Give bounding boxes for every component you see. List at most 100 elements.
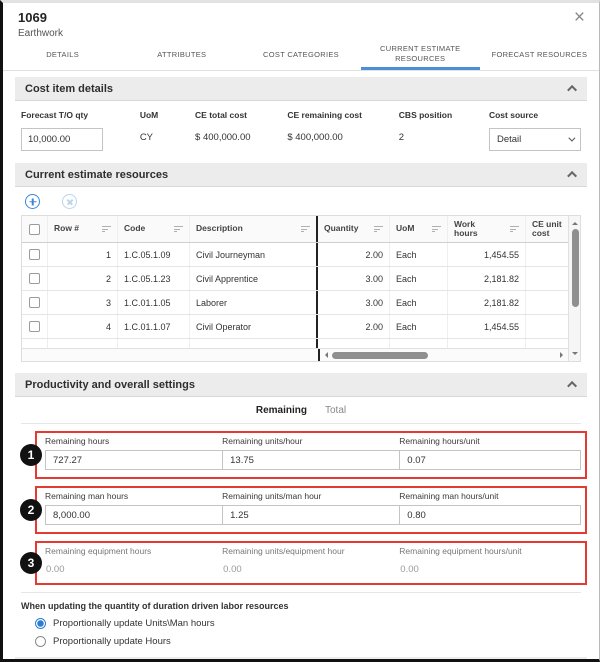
table-row[interactable]: 1 1.C.05.1.09 Civil Journeyman 2.00 Each… — [22, 243, 568, 267]
section-cost-item-details[interactable]: Cost item details — [15, 77, 587, 101]
remaining-units-per-hour-input[interactable] — [222, 450, 405, 470]
field-label: Remaining equipment hours/unit — [399, 546, 522, 556]
section-productivity[interactable]: Productivity and overall settings — [15, 373, 587, 397]
delete-row-icon[interactable] — [62, 194, 77, 209]
close-icon[interactable]: × — [574, 8, 585, 39]
field-label: CBS position — [398, 110, 453, 120]
toggle-remaining[interactable]: Remaining — [256, 405, 307, 416]
vertical-scroll-thumb[interactable] — [571, 229, 579, 307]
radio-label: Proportionally update Units\Man hours — [53, 618, 215, 629]
field-label: CE total cost — [195, 110, 247, 120]
step-badge-1: 1 — [20, 444, 42, 466]
field-label: Remaining hours/unit — [399, 436, 480, 446]
collapse-icon[interactable] — [567, 84, 578, 95]
collapse-icon[interactable] — [567, 380, 578, 391]
section-title: Productivity and overall settings — [25, 378, 195, 391]
tab-cost-categories[interactable]: COST CATEGORIES — [241, 41, 360, 70]
cell-ce-unit-cost — [526, 243, 568, 266]
radio-label: Proportionally update Hours — [53, 636, 171, 647]
col-header-row: Row # — [54, 223, 80, 234]
tab-details[interactable]: DETAILS — [3, 41, 122, 70]
horizontal-scroll-thumb[interactable] — [332, 351, 428, 359]
select-all-checkbox[interactable] — [29, 223, 40, 235]
filter-icon[interactable] — [506, 226, 519, 232]
filter-icon[interactable] — [170, 226, 183, 232]
forecast-to-qty-input[interactable] — [21, 128, 103, 151]
horizontal-scrollbar[interactable] — [22, 348, 568, 361]
field-remaining-hours-per-unit: Remaining hours/unit — [399, 436, 582, 470]
scroll-up-icon[interactable] — [572, 219, 578, 225]
field-label: CE remaining cost — [287, 110, 362, 120]
cell-uom: Each — [390, 267, 448, 290]
tab-current-estimate-resources[interactable]: CURRENT ESTIMATE RESOURCES — [360, 41, 480, 70]
field-label: Remaining hours — [45, 436, 110, 446]
remaining-man-hours-per-unit-input[interactable] — [399, 505, 582, 525]
page-subtitle: Earthwork — [18, 28, 64, 39]
col-header-ce-unit-cost: CE unit cost — [532, 218, 562, 238]
cell-row-number: 4 — [48, 315, 118, 338]
cell-quantity: 3.00 — [318, 267, 390, 290]
field-label: Remaining units/man hour — [222, 491, 322, 501]
table-row[interactable]: 2 1.C.05.1.23 Civil Apprentice 3.00 Each… — [22, 267, 568, 291]
filter-icon[interactable] — [428, 226, 441, 232]
collapse-icon[interactable] — [567, 170, 578, 181]
radio-selected-icon[interactable] — [35, 618, 46, 629]
cell-ce-unit-cost — [526, 267, 568, 290]
radio-update-hours[interactable]: Proportionally update Hours — [35, 636, 581, 647]
field-label: Remaining units/hour — [222, 436, 303, 446]
table-row[interactable]: 3 1.C.01.1.05 Laborer 3.00 Each 2,181.82 — [22, 291, 568, 315]
add-row-icon[interactable] — [25, 194, 40, 209]
resources-table: Row # Code Description Quantity UoM Work… — [21, 215, 581, 362]
cell-row-number: 3 — [48, 291, 118, 314]
radio-update-units-man-hours[interactable]: Proportionally update Units\Man hours — [35, 618, 581, 629]
cost-source-select[interactable]: Detail — [488, 128, 581, 151]
cell-description: Civil Operator — [190, 315, 318, 338]
cell-code: 1.C.01.1.07 — [118, 315, 190, 338]
vertical-scrollbar[interactable] — [568, 216, 580, 361]
field-value: $ 400,000.00 — [195, 132, 251, 143]
filter-icon[interactable] — [98, 226, 111, 232]
field-value: CY — [139, 132, 154, 143]
page-title: 1069 — [18, 10, 47, 25]
row-checkbox[interactable] — [29, 297, 40, 308]
table-row[interactable]: 4 1.C.01.1.07 Civil Operator 2.00 Each 1… — [22, 315, 568, 339]
cell-quantity: 2.00 — [318, 315, 390, 338]
field-ce-total-cost: CE total cost $ 400,000.00 — [195, 110, 250, 151]
row-checkbox[interactable] — [29, 249, 40, 260]
filter-icon[interactable] — [297, 226, 310, 232]
section-resource-details[interactable]: Resource details — [15, 657, 587, 659]
cell-uom: Each — [390, 291, 448, 314]
row-checkbox[interactable] — [29, 273, 40, 284]
tab-attributes[interactable]: ATTRIBUTES — [122, 41, 241, 70]
field-label: Remaining man hours/unit — [399, 491, 499, 501]
cell-code: 1.C.01.1.05 — [118, 291, 190, 314]
remaining-hours-per-unit-input[interactable] — [399, 450, 582, 470]
section-current-estimate-resources[interactable]: Current estimate resources — [15, 163, 587, 187]
highlight-group-3: 3 Remaining equipment hours 0.00 Remaini… — [20, 541, 587, 585]
field-remaining-equipment-hours-per-unit: Remaining equipment hours/unit 0.00 — [399, 546, 576, 576]
field-cost-source: Cost source Detail — [488, 110, 581, 151]
toggle-total[interactable]: Total — [325, 405, 346, 416]
scroll-right-icon[interactable] — [560, 352, 566, 358]
field-label: Cost source — [488, 110, 539, 120]
highlight-group-2: 2 Remaining man hours Remaining units/ma… — [20, 486, 587, 534]
field-ce-remaining-cost: CE remaining cost $ 400,000.00 — [287, 110, 362, 151]
field-remaining-units-per-man-hour: Remaining units/man hour — [222, 491, 405, 525]
table-header-row: Row # Code Description Quantity UoM Work… — [22, 216, 568, 243]
cell-ce-unit-cost — [526, 315, 568, 338]
field-forecast-to-qty: Forecast T/O qty — [21, 110, 103, 151]
cell-work-hours: 1,454.55 — [448, 315, 526, 338]
productivity-groups: 1 Remaining hours Remaining units/hour R… — [15, 424, 587, 585]
remaining-man-hours-input[interactable] — [45, 505, 227, 525]
field-label: Remaining equipment hours — [45, 546, 152, 556]
readonly-value: 0.00 — [223, 564, 242, 575]
scroll-left-icon[interactable] — [322, 352, 328, 358]
field-value: $ 400,000.00 — [287, 132, 343, 143]
filter-icon[interactable] — [370, 226, 383, 232]
row-checkbox[interactable] — [29, 321, 40, 332]
remaining-hours-input[interactable] — [45, 450, 227, 470]
tab-forecast-resources[interactable]: FORECAST RESOURCES — [480, 41, 599, 70]
scroll-down-icon[interactable] — [572, 352, 578, 358]
remaining-units-per-man-hour-input[interactable] — [222, 505, 405, 525]
radio-unselected-icon[interactable] — [35, 636, 46, 647]
